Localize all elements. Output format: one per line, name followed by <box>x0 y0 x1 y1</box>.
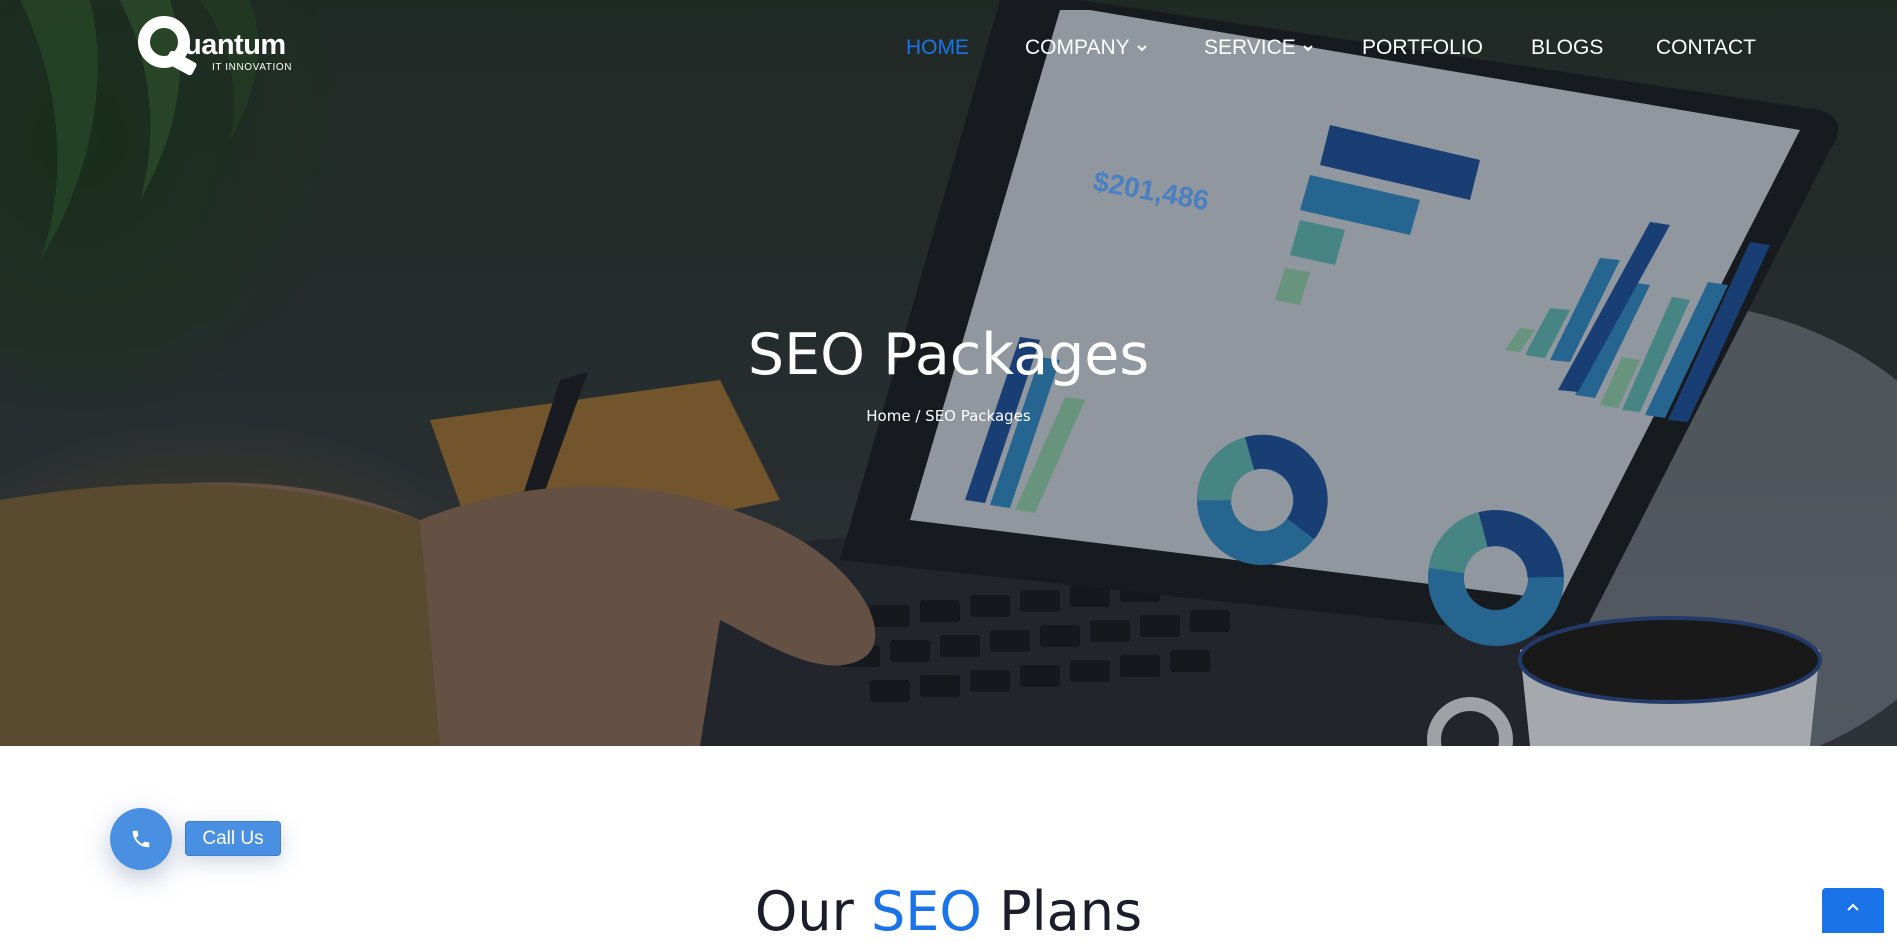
page-title: SEO Packages <box>747 322 1150 388</box>
nav-item-label: BLOGS <box>1531 36 1604 59</box>
nav-item-label: PORTFOLIO <box>1362 36 1483 59</box>
chevron-down-icon <box>1303 45 1313 52</box>
nav-item-home[interactable]: HOME <box>906 36 969 60</box>
nav-item-label: CONTACT <box>1656 36 1756 59</box>
breadcrumb: Home / SEO Packages <box>0 407 1897 425</box>
section-heading-prefix: Our <box>754 880 854 943</box>
chevron-up-icon <box>1847 903 1859 911</box>
nav-item-label: COMPANY <box>1025 36 1130 59</box>
nav-item-company[interactable]: COMPANY <box>1025 36 1148 60</box>
nav-item-label: SERVICE <box>1204 36 1296 59</box>
chevron-down-icon <box>1136 45 1147 52</box>
call-us-button[interactable]: Call Us <box>185 821 281 856</box>
main-nav: HOME COMPANY SERVICE PORTFOLIO BLOGS CON… <box>0 36 1897 64</box>
nav-item-service[interactable]: SERVICE <box>1204 36 1314 60</box>
nav-item-portfolio[interactable]: PORTFOLIO <box>1362 36 1483 60</box>
breadcrumb-home-link[interactable]: Home <box>866 407 910 425</box>
scroll-to-top-button[interactable] <box>1822 888 1884 933</box>
section-heading-suffix: Plans <box>999 880 1143 943</box>
breadcrumb-separator: / <box>915 407 921 425</box>
nav-item-blogs[interactable]: BLOGS <box>1531 36 1603 60</box>
nav-item-label: HOME <box>906 36 969 59</box>
screen-amount: $201,486 <box>1091 165 1211 216</box>
breadcrumb-current: SEO Packages <box>925 407 1031 425</box>
phone-icon <box>132 830 150 848</box>
nav-item-contact[interactable]: CONTACT <box>1656 36 1756 60</box>
section-heading-accent: SEO <box>871 880 982 943</box>
call-us-circle-button[interactable] <box>110 808 172 870</box>
section-heading: Our SEO Plans <box>0 880 1897 943</box>
